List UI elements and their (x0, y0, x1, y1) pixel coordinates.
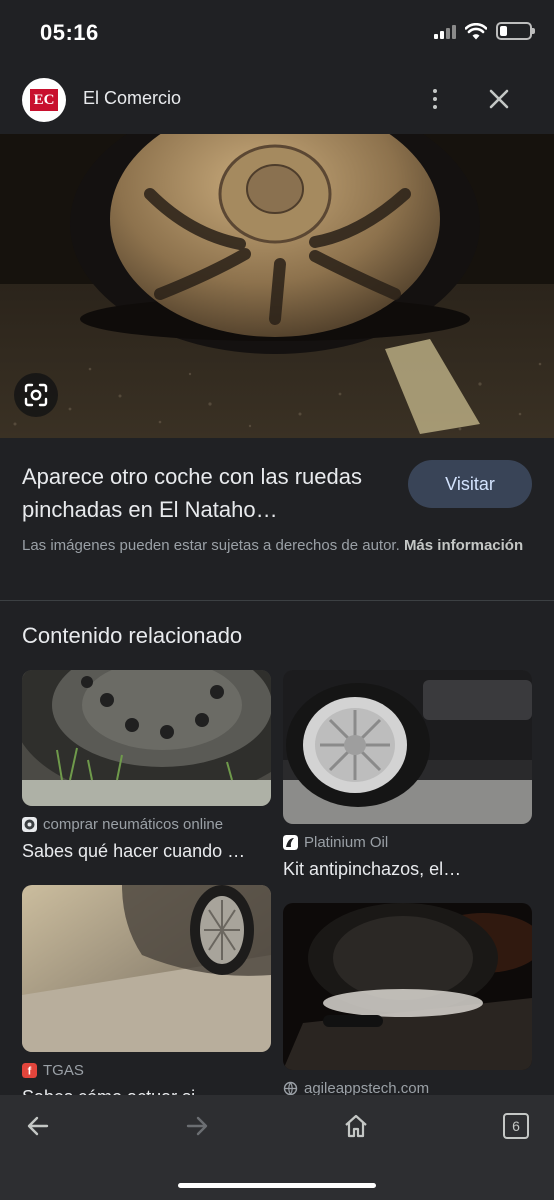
home-button[interactable] (339, 1109, 373, 1143)
browser-toolbar: 6 (0, 1095, 554, 1200)
home-indicator[interactable] (178, 1183, 376, 1188)
result-details: Aparece otro coche con las ruedas pincha… (0, 438, 554, 600)
divider (0, 600, 554, 601)
lens-search-button[interactable] (14, 373, 58, 417)
tire-favicon-icon (22, 817, 37, 832)
more-info-link[interactable]: Más información (404, 537, 523, 554)
related-thumbnail (22, 885, 271, 1052)
visit-button[interactable]: Visitar (408, 460, 532, 508)
close-icon[interactable] (484, 84, 514, 114)
main-image[interactable] (0, 134, 554, 438)
related-card[interactable]: f TGAS Sabes cómo actuar si… (22, 885, 271, 1108)
svg-text:f: f (28, 1066, 32, 1078)
signal-icon (434, 23, 456, 39)
lens-icon (24, 383, 48, 407)
battery-icon (496, 22, 535, 40)
related-source: Platinium Oil (283, 834, 532, 851)
wifi-icon (465, 22, 487, 39)
source-logo[interactable]: EC (22, 78, 66, 122)
battery-fill (500, 26, 507, 36)
status-bar: 05:16 (0, 0, 554, 70)
related-thumbnail (283, 670, 532, 824)
more-options-icon[interactable] (420, 82, 450, 116)
related-source-name: Platinium Oil (304, 834, 389, 851)
source-logo-text: EC (30, 89, 58, 111)
related-title[interactable]: Sabes qué hacer cuando … (22, 841, 271, 862)
source-header: EC El Comercio (0, 70, 554, 134)
tabs-button[interactable]: 6 (499, 1109, 533, 1143)
home-icon (345, 1114, 367, 1138)
related-thumbnail (283, 903, 532, 1070)
source-name[interactable]: El Comercio (83, 88, 181, 109)
related-source-name: TGAS (43, 1062, 84, 1079)
related-source-name: comprar neumáticos online (43, 816, 224, 833)
related-card[interactable]: comprar neumáticos online Sabes qué hace… (22, 670, 271, 862)
copyright-notice: Las imágenes pueden estar sujetas a dere… (22, 535, 532, 556)
flat-tire-photo (0, 134, 554, 438)
related-source: f TGAS (22, 1062, 271, 1079)
page-title[interactable]: Aparece otro coche con las ruedas pincha… (22, 460, 392, 526)
related-heading: Contenido relacionado (22, 623, 243, 648)
related-card[interactable]: Platinium Oil Kit antipinchazos, el… (283, 670, 532, 880)
platinium-favicon-icon (283, 835, 298, 850)
back-arrow-icon (27, 1116, 49, 1136)
tab-count: 6 (503, 1113, 529, 1139)
copyright-text: Las imágenes pueden estar sujetas a dere… (22, 537, 400, 554)
globe-icon (283, 1081, 298, 1096)
related-thumbnail (22, 670, 271, 806)
forward-arrow-icon (186, 1116, 208, 1136)
forward-button[interactable] (180, 1109, 214, 1143)
related-card[interactable]: agileappstech.com (283, 903, 532, 1105)
back-button[interactable] (21, 1109, 55, 1143)
status-time: 05:16 (40, 20, 99, 45)
related-source: comprar neumáticos online (22, 816, 271, 833)
related-title[interactable]: Kit antipinchazos, el… (283, 859, 532, 880)
tgas-favicon-icon: f (22, 1063, 37, 1078)
status-icons (434, 22, 535, 40)
